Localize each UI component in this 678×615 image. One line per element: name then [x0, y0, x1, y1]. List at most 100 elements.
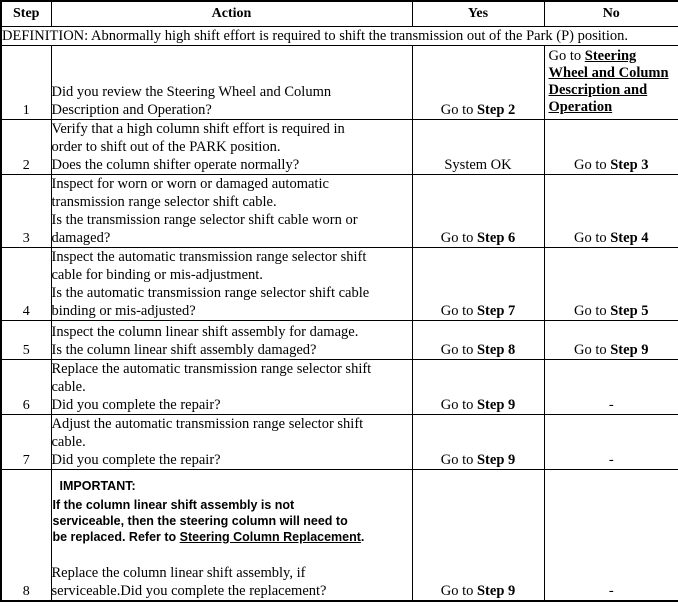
important-line-tail: . [360, 529, 365, 544]
step-reference[interactable]: Step 8 [477, 342, 515, 358]
yes-result: Go to Step 7 [411, 247, 545, 321]
action-text: Did you review the Steering Wheel and Co… [50, 45, 413, 120]
yes-result: Go to Step 8 [411, 320, 545, 360]
important-line: If the column linear shift assembly is n… [52, 497, 295, 512]
action-followup: Replace the column linear shift assembly… [52, 564, 412, 600]
column-header-action: Action [50, 0, 413, 27]
action-line: Adjust the automatic transmission range … [51, 416, 364, 432]
step-reference[interactable]: Step 3 [610, 157, 648, 173]
step-reference[interactable]: Step 7 [477, 303, 515, 319]
table-header-row: Step Action Yes No [0, 0, 678, 27]
yes-prefix: Go to [440, 452, 477, 468]
step-reference[interactable]: Step 9 [477, 583, 515, 599]
no-prefix: Go to [573, 157, 611, 173]
step-number: 4 [0, 247, 52, 321]
important-line: be replaced. Refer to Steering Column Re… [53, 529, 412, 545]
action-line: cable. [51, 434, 86, 450]
action-line: order to shift out of the PARK position. [51, 139, 281, 155]
table-row: 7 Adjust the automatic transmission rang… [0, 414, 678, 470]
action-line: Is the automatic transmission range sele… [51, 285, 370, 301]
action-line: Description and Operation? [51, 102, 212, 118]
step-reference[interactable]: Step 9 [477, 452, 515, 468]
no-prefix: Go to [573, 342, 611, 358]
column-header-step: Step [0, 0, 52, 27]
table-row: 5 Inspect the column linear shift assemb… [0, 320, 678, 360]
step-number: 6 [0, 359, 52, 415]
yes-result: Go to Step 2 [411, 45, 545, 120]
step-reference[interactable]: Step 4 [610, 230, 648, 246]
diagnostic-procedure-table: Step Action Yes No DEFINITION: Abnormall… [0, 0, 678, 602]
no-result: - [543, 469, 678, 601]
action-text: Replace the automatic transmission range… [50, 359, 413, 415]
important-title: IMPORTANT: [59, 478, 136, 493]
document-link[interactable]: Steering Column Replacement [180, 530, 361, 544]
important-line: serviceable, then the steering column wi… [52, 513, 348, 528]
no-result: Go to Step 9 [543, 320, 678, 360]
step-reference[interactable]: Step 6 [477, 230, 515, 246]
yes-result: Go to Step 9 [411, 359, 545, 415]
action-text: Adjust the automatic transmission range … [50, 414, 413, 470]
yes-prefix: Go to [440, 230, 477, 246]
yes-prefix: Go to [440, 397, 477, 413]
action-line: Replace the column linear shift assembly… [51, 564, 306, 581]
action-line: damaged? [51, 230, 111, 246]
action-text: Inspect the column linear shift assembly… [50, 320, 413, 360]
important-line-text: be replaced. Refer to [52, 529, 180, 544]
step-number: 7 [0, 414, 52, 470]
action-line: Inspect the automatic transmission range… [51, 249, 367, 265]
action-line: Is the column linear shift assembly dama… [51, 342, 317, 358]
action-line: cable for binding or mis-adjustment. [51, 267, 263, 283]
yes-result: System OK [411, 119, 545, 175]
no-result: Go to Steering Wheel and Column Descript… [543, 45, 678, 120]
table-row: 1 Did you review the Steering Wheel and … [0, 45, 678, 120]
action-line: Did you complete the repair? [51, 452, 221, 468]
action-line: transmission range selector shift cable. [51, 194, 277, 210]
no-prefix: Go to [548, 48, 585, 64]
action-line: Does the column shifter operate normally… [51, 157, 300, 173]
definition-row: DEFINITION: Abnormally high shift effort… [0, 26, 678, 46]
action-line: Is the transmission range selector shift… [51, 212, 358, 228]
no-result: Go to Step 4 [543, 174, 678, 248]
action-line: serviceable.Did you complete the replace… [51, 582, 327, 599]
step-reference[interactable]: Step 2 [477, 102, 515, 118]
table-row: 4 Inspect the automatic transmission ran… [0, 247, 678, 321]
table-row: 8 IMPORTANT: If the column linear shift … [0, 469, 678, 601]
step-number: 3 [0, 174, 52, 248]
yes-result: Go to Step 9 [411, 469, 545, 601]
table-row: 2 Verify that a high column shift effort… [0, 119, 678, 175]
definition-text: DEFINITION: Abnormally high shift effort… [0, 26, 678, 46]
action-line: Inspect the column linear shift assembly… [51, 324, 359, 340]
action-line: Replace the automatic transmission range… [51, 361, 372, 377]
action-line: cable. [51, 379, 86, 395]
table-row: 3 Inspect for worn or worn or damaged au… [0, 174, 678, 248]
step-number: 1 [0, 45, 52, 120]
action-text: Verify that a high column shift effort i… [50, 119, 413, 175]
column-header-yes: Yes [411, 0, 545, 27]
action-text: IMPORTANT: If the column linear shift as… [50, 469, 413, 601]
yes-prefix: Go to [440, 102, 477, 118]
action-line: Verify that a high column shift effort i… [51, 121, 345, 137]
no-prefix: Go to [573, 303, 611, 319]
step-reference[interactable]: Step 5 [610, 303, 648, 319]
yes-prefix: Go to [440, 582, 477, 599]
step-reference[interactable]: Step 9 [610, 342, 648, 358]
action-line: Inspect for worn or worn or damaged auto… [51, 176, 329, 192]
yes-result: Go to Step 6 [411, 174, 545, 248]
step-number: 5 [0, 320, 52, 360]
table-row: 6 Replace the automatic transmission ran… [0, 359, 678, 415]
no-result: Go to Step 3 [543, 119, 678, 175]
action-line: Did you review the Steering Wheel and Co… [51, 84, 332, 100]
yes-result: Go to Step 9 [411, 414, 545, 470]
no-result: Go to Step 5 [543, 247, 678, 321]
column-header-no: No [543, 0, 678, 27]
yes-prefix: Go to [440, 342, 477, 358]
no-result: - [543, 414, 678, 470]
action-line: Did you complete the repair? [51, 397, 221, 413]
important-notice: IMPORTANT: If the column linear shift as… [52, 478, 412, 545]
no-result: - [543, 359, 678, 415]
step-number: 2 [0, 119, 52, 175]
step-reference[interactable]: Step 9 [477, 397, 515, 413]
action-text: Inspect the automatic transmission range… [50, 247, 413, 321]
important-body: If the column linear shift assembly is n… [52, 497, 412, 545]
action-text: Inspect for worn or worn or damaged auto… [50, 174, 413, 248]
